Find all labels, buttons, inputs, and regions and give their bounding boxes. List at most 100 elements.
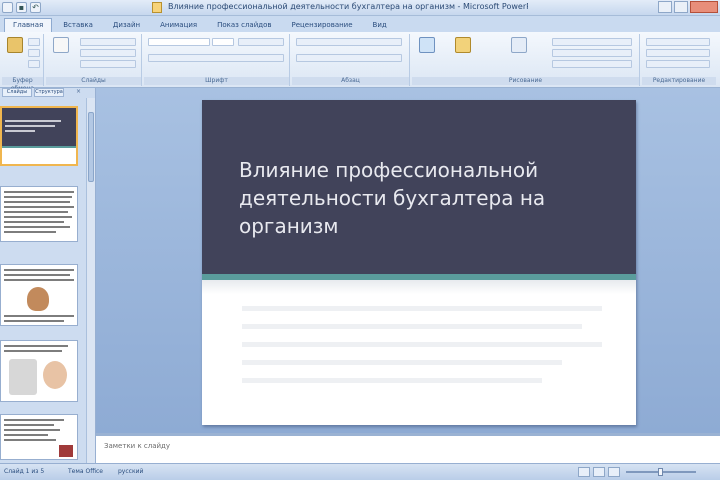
thumb-text-line — [4, 350, 62, 352]
font-size-buttons[interactable] — [238, 38, 284, 46]
quick-styles-icon — [511, 37, 527, 53]
slide-thumbnail[interactable] — [0, 186, 78, 242]
thumb-text-line — [4, 196, 72, 198]
font-size-select[interactable] — [212, 38, 234, 46]
tab-animation[interactable]: Анимация — [151, 18, 206, 32]
thumb-text-line — [4, 345, 68, 347]
alignment-buttons[interactable] — [296, 54, 402, 62]
subtitle-placeholder-line — [242, 306, 602, 311]
window-title: Влияние профессиональной деятельности бу… — [168, 2, 528, 11]
thumb-text-line — [4, 221, 64, 223]
tab-view[interactable]: Вид — [364, 18, 396, 32]
quick-styles-button[interactable] — [508, 37, 530, 65]
ribbon-group-drawing: Рисование — [412, 34, 640, 86]
new-slide-icon — [53, 37, 69, 53]
status-bar: Слайд 1 из 5 Тема Office русский — [0, 463, 720, 480]
pane-tabs: Слайды Структура — [0, 88, 86, 98]
maximize-button[interactable] — [674, 1, 688, 13]
office-button[interactable] — [2, 2, 13, 13]
scrollbar-thumb[interactable] — [88, 112, 94, 182]
undo-icon[interactable]: ↶ — [30, 2, 41, 13]
ribbon: Буфер обмена Слайды Шрифт Абзац — [0, 32, 720, 92]
thumb-image — [59, 445, 73, 457]
shapes-button[interactable] — [416, 37, 438, 65]
replace-button[interactable] — [646, 49, 710, 57]
thumb-text-line — [4, 269, 74, 271]
tab-outline[interactable]: Структура — [34, 88, 64, 97]
tab-slideshow[interactable]: Показ слайдов — [208, 18, 280, 32]
thumb-text-line — [5, 120, 61, 122]
tab-home[interactable]: Главная — [4, 18, 53, 32]
paste-button[interactable] — [4, 37, 26, 65]
font-format-buttons[interactable] — [148, 54, 284, 62]
tab-slides[interactable]: Слайды — [2, 88, 32, 97]
window-controls — [658, 1, 718, 13]
ribbon-group-slides: Слайды — [46, 34, 142, 86]
thumb-text-line — [4, 191, 74, 193]
notes-pane[interactable]: Заметки к слайду — [96, 433, 720, 463]
slide-title-area: Влияние профессиональной деятельности бу… — [202, 100, 636, 274]
slideshow-button[interactable] — [608, 467, 620, 477]
thumb-text-line — [4, 439, 56, 441]
ribbon-group-editing: Редактирование — [642, 34, 716, 86]
subtitle-placeholder-line — [242, 360, 562, 365]
thumb-text-line — [4, 320, 64, 322]
slide-sorter-button[interactable] — [593, 467, 605, 477]
slide-thumbnail[interactable] — [0, 414, 78, 460]
shape-outline-button[interactable] — [552, 49, 632, 57]
list-buttons[interactable] — [296, 38, 402, 46]
zoom-slider-knob[interactable] — [658, 468, 663, 476]
select-button[interactable] — [646, 60, 710, 68]
shape-effects-button[interactable] — [552, 60, 632, 68]
format-painter-button[interactable] — [28, 60, 40, 68]
tab-review[interactable]: Рецензирование — [283, 18, 362, 32]
slide-thumbnail[interactable] — [0, 264, 78, 326]
close-icon[interactable]: × — [76, 89, 83, 96]
delete-slide-button[interactable] — [80, 60, 136, 68]
thumb-text-line — [4, 216, 72, 218]
tab-design[interactable]: Дизайн — [104, 18, 149, 32]
font-name-select[interactable] — [148, 38, 210, 46]
slide-shadow-band — [202, 280, 636, 294]
find-button[interactable] — [646, 38, 710, 46]
slide-thumbnail[interactable] — [0, 106, 78, 166]
title-bar: ▪ ↶ Влияние профессиональной деятельност… — [0, 0, 720, 16]
shape-fill-button[interactable] — [552, 38, 632, 46]
tab-insert[interactable]: Вставка — [54, 18, 102, 32]
ribbon-group-font: Шрифт — [144, 34, 290, 86]
face-image — [43, 361, 67, 389]
normal-view-button[interactable] — [578, 467, 590, 477]
layout-button[interactable] — [80, 38, 136, 46]
notes-placeholder[interactable]: Заметки к слайду — [104, 442, 170, 450]
ribbon-group-label: Рисование — [412, 77, 639, 85]
subtitle-placeholder-line — [242, 378, 542, 383]
ribbon-group-label: Редактирование — [642, 77, 716, 85]
reset-button[interactable] — [80, 49, 136, 57]
close-button[interactable] — [690, 1, 718, 13]
subtitle-placeholder-line — [242, 324, 582, 329]
quick-access-toolbar: ▪ ↶ — [2, 2, 41, 13]
current-slide[interactable]: Влияние профессиональной деятельности бу… — [202, 100, 636, 425]
slide-title[interactable]: Влияние профессиональной деятельности бу… — [239, 156, 609, 240]
thumb-header — [2, 108, 76, 146]
arrange-button[interactable] — [452, 37, 474, 65]
paste-icon — [7, 37, 23, 53]
ribbon-group-label: Буфер обмена — [2, 77, 43, 92]
slide-counter: Слайд 1 из 5 — [4, 468, 45, 475]
slides-scrollbar[interactable] — [86, 98, 95, 463]
copy-button[interactable] — [28, 49, 40, 57]
thumb-text-line — [4, 279, 74, 281]
thumb-text-line — [4, 434, 48, 436]
thumb-text-line — [4, 201, 70, 203]
ribbon-group-paragraph: Абзац — [292, 34, 410, 86]
language-indicator[interactable]: русский — [118, 468, 143, 475]
cut-button[interactable] — [28, 38, 40, 46]
save-icon[interactable]: ▪ — [16, 2, 27, 13]
thumb-text-line — [4, 274, 70, 276]
new-slide-button[interactable] — [50, 37, 72, 65]
arrange-icon — [455, 37, 471, 53]
thumb-text-line — [4, 226, 70, 228]
minimize-button[interactable] — [658, 1, 672, 13]
presentation-icon — [152, 2, 162, 13]
slide-thumbnail[interactable] — [0, 340, 78, 402]
